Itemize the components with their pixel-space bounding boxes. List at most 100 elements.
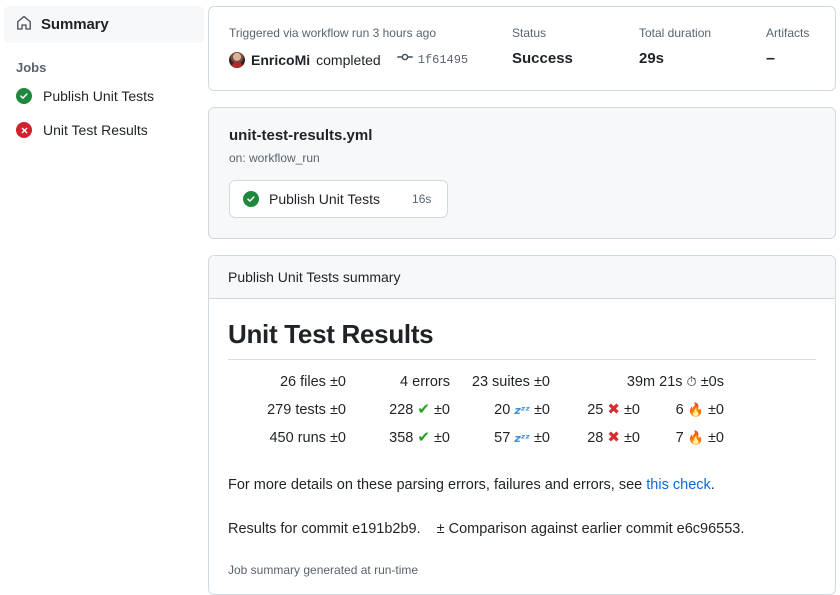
details-text-after: . <box>710 477 715 493</box>
stat-value: 57 <box>494 429 511 446</box>
check-circle-icon <box>16 88 32 104</box>
job-summary-header: Publish Unit Tests summary <box>209 256 835 299</box>
stat-value: 228 <box>389 402 414 418</box>
stat-cell: 228 ✔ ±0 <box>346 396 450 424</box>
run-trigger-block: Triggered via workflow run 3 hours ago E… <box>229 25 512 70</box>
status-label: Status <box>512 26 547 40</box>
sidebar-item-summary[interactable]: Summary <box>4 6 204 43</box>
run-summary-page: Summary Jobs Publish Unit Tests Unit Tes… <box>0 0 840 595</box>
stat-value: 23 <box>471 374 489 390</box>
title-divider <box>228 359 816 360</box>
workflow-file-name: unit-test-results.yml <box>229 127 373 144</box>
stat-unit: runs <box>297 429 326 446</box>
commit-sha: 1f61495 <box>417 52 469 67</box>
run-status-block: Status Success <box>512 25 639 70</box>
results-commit-text: Results for commit e191b2b9. <box>228 521 421 537</box>
stat-unit: tests <box>295 401 326 418</box>
stat-value: 450 <box>269 429 294 446</box>
table-row: 450 runs ±0 358 ✔ ±0 57 zᶻᶻ ±0 28 ✖ ±0 7… <box>228 424 724 452</box>
stat-delta: ±0 <box>329 401 346 418</box>
sidebar: Summary Jobs Publish Unit Tests Unit Tes… <box>0 0 208 580</box>
sleep-icon: zᶻᶻ <box>514 431 530 445</box>
test-results-table: 26 files ±0 4 errors 23 suites ±0 39m 21… <box>228 369 724 452</box>
stat-cell: 57 zᶻᶻ ±0 <box>450 424 550 452</box>
sidebar-job-label: Publish Unit Tests <box>43 88 155 104</box>
stat-value: 6 <box>675 401 684 418</box>
home-icon <box>16 15 32 34</box>
table-row: 279 tests ±0 228 ✔ ±0 20 zᶻᶻ ±0 25 ✖ ±0 … <box>228 396 724 424</box>
check-mark-icon: ✔ <box>417 428 430 446</box>
stat-value: 28 <box>587 430 604 446</box>
duration-value: 29s <box>639 50 665 67</box>
stat-delta: ±0 <box>707 429 724 446</box>
stat-cell: 358 ✔ ±0 <box>346 424 450 452</box>
page-title: Unit Test Results <box>228 319 434 349</box>
workflow-card: unit-test-results.yml on: workflow_run P… <box>208 107 836 239</box>
stat-cell: 23 suites ±0 <box>450 369 550 396</box>
table-row: 26 files ±0 4 errors 23 suites ±0 39m 21… <box>228 369 724 396</box>
run-actor-row: EnricoMi completed 1f61495 <box>229 49 512 70</box>
stat-delta: ±0 <box>623 430 640 446</box>
stat-cell: 25 ✖ ±0 <box>550 396 640 424</box>
stat-unit: errors <box>412 374 450 390</box>
run-trigger-label: Triggered via workflow run 3 hours ago <box>229 26 436 40</box>
stat-delta: ±0 <box>329 429 346 446</box>
stat-value: 20 <box>494 401 511 418</box>
parsing-details-paragraph: For more details on these parsing errors… <box>228 474 816 496</box>
status-value: Success <box>512 50 573 67</box>
run-duration-block: Total duration 29s <box>639 25 766 70</box>
job-summary-card: Publish Unit Tests summary Unit Test Res… <box>208 255 836 595</box>
sidebar-job-label: Unit Test Results <box>43 122 148 138</box>
stat-delta: ±0 <box>533 429 550 446</box>
fire-icon: 🔥 <box>687 402 704 418</box>
stat-delta: ±0 <box>433 402 450 418</box>
workflow-job-duration: 16s <box>412 192 432 206</box>
stat-value: 279 <box>267 401 292 418</box>
cross-mark-icon: ✖ <box>607 428 620 446</box>
fire-icon: 🔥 <box>687 430 704 446</box>
stat-cell: 7 🔥 ±0 <box>640 424 724 452</box>
stat-cell: 20 zᶻᶻ ±0 <box>450 396 550 424</box>
stat-cell: 6 🔥 ±0 <box>640 396 724 424</box>
stat-cell: 28 ✖ ±0 <box>550 424 640 452</box>
artifacts-value: – <box>766 50 775 67</box>
sidebar-summary-label: Summary <box>41 16 109 33</box>
stat-delta: ±0 <box>623 402 640 418</box>
x-circle-icon <box>16 122 32 138</box>
run-header-card: Triggered via workflow run 3 hours ago E… <box>208 6 836 91</box>
stat-value: 4 <box>400 374 409 390</box>
stat-value: 26 <box>279 374 297 390</box>
workflow-trigger: on: workflow_run <box>229 151 320 165</box>
this-check-link[interactable]: this check <box>646 477 710 493</box>
check-mark-icon: ✔ <box>417 400 430 418</box>
sidebar-item-unit-test-results[interactable]: Unit Test Results <box>0 113 208 147</box>
stat-delta: ±0s <box>700 374 724 390</box>
summary-footnote: Job summary generated at run-time <box>228 563 419 577</box>
stat-cell: 450 runs ±0 <box>228 424 346 452</box>
stat-value: 358 <box>389 430 414 446</box>
stat-cell: 26 files ±0 <box>228 369 346 396</box>
job-summary-body: Unit Test Results 26 files ±0 4 errors 2… <box>209 299 835 594</box>
workflow-job-name: Publish Unit Tests <box>269 191 381 207</box>
commit-reference[interactable]: 1f61495 <box>396 49 469 70</box>
stat-cell: 279 tests ±0 <box>228 396 346 424</box>
stat-cell: 39m 21s ⏱ ±0s <box>550 369 724 396</box>
git-commit-icon <box>396 49 413 70</box>
stat-cell: 4 errors <box>346 369 450 396</box>
run-artifacts-block: Artifacts – <box>766 25 809 70</box>
stat-unit: files <box>300 374 326 390</box>
main-content: Triggered via workflow run 3 hours ago E… <box>208 0 840 595</box>
stat-delta: ±0 <box>533 374 550 390</box>
cross-mark-icon: ✖ <box>607 400 620 418</box>
actor-name[interactable]: EnricoMi <box>251 50 310 70</box>
sidebar-jobs-heading: Jobs <box>16 60 47 75</box>
stat-value: 39m 21s <box>626 374 683 390</box>
stat-unit: suites <box>492 374 530 390</box>
sidebar-item-publish-unit-tests[interactable]: Publish Unit Tests <box>0 79 208 113</box>
check-circle-icon <box>243 191 259 207</box>
comparison-text: ± Comparison against earlier commit e6c9… <box>436 521 745 537</box>
stat-delta: ±0 <box>433 430 450 446</box>
sleep-icon: zᶻᶻ <box>514 403 530 417</box>
workflow-job-card[interactable]: Publish Unit Tests 16s <box>229 180 449 218</box>
stat-value: 7 <box>675 429 684 446</box>
